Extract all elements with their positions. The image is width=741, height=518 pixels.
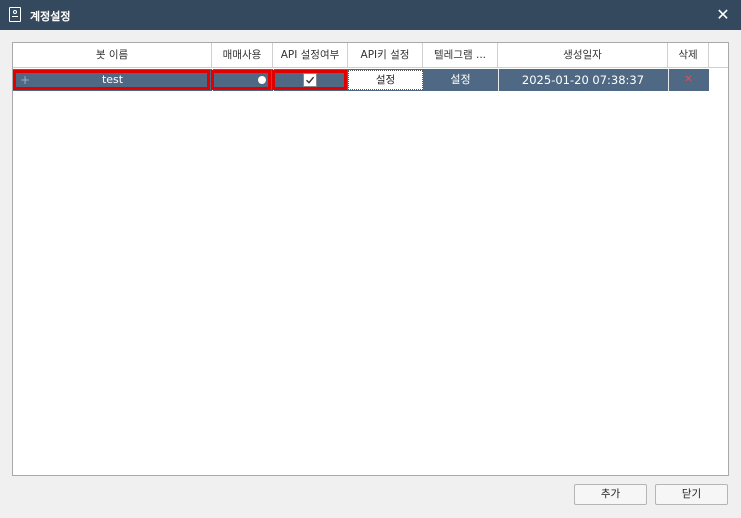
close-icon[interactable]: ✕ [713,5,733,25]
column-header-filler [709,43,728,68]
title-bar: 계정설정 ✕ [0,0,741,30]
column-header-api-configured[interactable]: API 설정여부 [273,43,348,68]
column-header-telegram[interactable]: 텔레그램 ... [423,43,498,68]
add-button[interactable]: 추가 [574,484,647,505]
table-header: 봇 이름 매매사용 API 설정여부 API키 설정 텔레그램 ... 생성일자… [13,43,728,68]
highlight-trading [211,70,271,90]
delete-x-icon[interactable]: ✕ [668,69,709,91]
column-header-created-at[interactable]: 생성일자 [498,43,668,68]
bot-table: 봇 이름 매매사용 API 설정여부 API키 설정 텔레그램 ... 생성일자… [12,42,729,476]
account-settings-window: 계정설정 ✕ 봇 이름 매매사용 API 설정여부 API키 설정 텔레그램 .… [0,0,741,518]
column-header-api-key[interactable]: API키 설정 [348,43,423,68]
created-at-cell: 2025-01-20 07:38:37 [521,73,645,87]
highlight-bot-name [13,70,210,90]
telegram-settings-button[interactable]: 설정 [423,69,498,91]
column-header-bot-name[interactable]: 봇 이름 [13,43,212,68]
api-key-settings-button[interactable]: 설정 [348,70,423,90]
close-button[interactable]: 닫기 [655,484,728,505]
highlight-api-configured [272,70,347,90]
window-title: 계정설정 [30,10,71,23]
account-card-icon [9,7,21,22]
column-header-delete[interactable]: 삭제 [668,43,709,68]
column-header-trading[interactable]: 매매사용 [212,43,273,68]
